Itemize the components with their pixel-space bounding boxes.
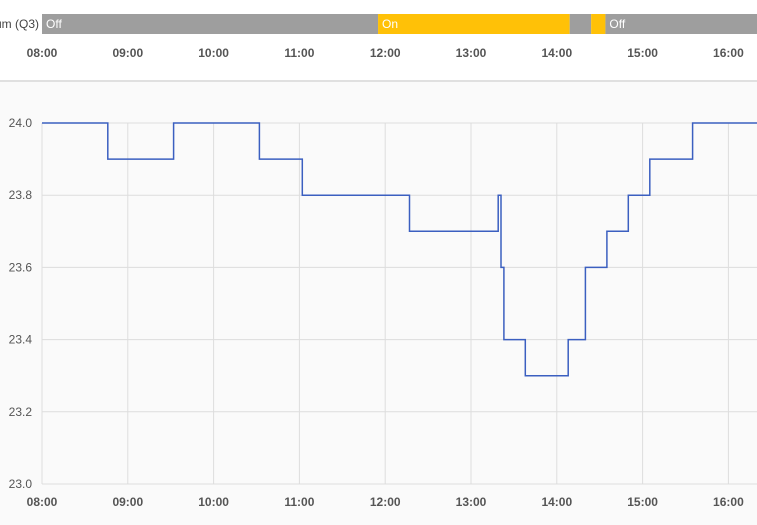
y-tick-4: 23.8 <box>9 188 33 202</box>
timeline-x-tick-4: 12:00 <box>370 46 401 60</box>
y-tick-1: 23.2 <box>9 405 33 419</box>
data-point-6 <box>498 195 499 196</box>
timeline-x-tick-8: 16:00 <box>713 46 744 60</box>
data-point-10 <box>568 339 569 340</box>
timeline-segment-0 <box>42 14 379 34</box>
x-tick-1: 09:00 <box>112 495 143 509</box>
timeline-x-tick-5: 13:00 <box>456 46 487 60</box>
history-chart: um (Q3) Off On Off 08:00 09:00 10:00 11:00 12:00… <box>0 14 757 509</box>
data-point-8 <box>503 339 504 340</box>
x-tick-4: 12:00 <box>370 495 401 509</box>
data-point-14 <box>649 159 650 160</box>
timeline-segment-label-4: Off <box>609 17 625 31</box>
data-point-1 <box>107 159 108 160</box>
data-point-5 <box>409 231 410 232</box>
x-tick-8: 16:00 <box>713 495 744 509</box>
data-point-0 <box>42 123 43 124</box>
timeline-x-tick-2: 10:00 <box>198 46 229 60</box>
x-tick-0: 08:00 <box>27 495 58 509</box>
x-tick-7: 15:00 <box>627 495 658 509</box>
y-tick-0: 23.0 <box>9 477 33 491</box>
y-tick-3: 23.6 <box>9 260 33 274</box>
timeline-x-tick-6: 14:00 <box>541 46 572 60</box>
temperature-series-line <box>42 122 757 377</box>
timeline-segment-label-1: On <box>382 17 398 31</box>
timeline-segment-label-0: Off <box>46 17 62 31</box>
timeline-segment-4 <box>605 14 757 34</box>
timeline-x-tick-7: 15:00 <box>627 46 658 60</box>
x-tick-2: 10:00 <box>198 495 229 509</box>
x-tick-6: 14:00 <box>541 495 572 509</box>
x-tick-5: 13:00 <box>456 495 487 509</box>
data-point-3 <box>259 159 260 160</box>
y-tick-2: 23.4 <box>9 333 33 347</box>
data-point-2 <box>173 123 174 124</box>
data-point-9 <box>525 375 526 376</box>
timeline-segment-2 <box>569 14 592 34</box>
data-point-11 <box>585 267 586 268</box>
line-chart-layer: 23.0 23.2 23.4 23.6 23.8 24.0 08:00 09:00 10:00 1… <box>9 116 757 509</box>
data-point-4 <box>302 195 303 196</box>
data-point-15 <box>692 123 693 124</box>
timeline-layer: um (Q3) Off On Off 08:00 09:00 10:00 11:00 12:00… <box>0 14 757 60</box>
timeline-x-tick-1: 09:00 <box>112 46 143 60</box>
y-tick-5: 24.0 <box>9 116 33 130</box>
timeline-x-tick-3: 11:00 <box>284 46 314 60</box>
data-point-13 <box>628 195 629 196</box>
timeline-segment-3 <box>591 14 606 34</box>
timeline-row-label: um (Q3) <box>0 17 39 31</box>
timeline-x-tick-0: 08:00 <box>27 46 58 60</box>
timeline-segment-1 <box>378 14 570 34</box>
data-point-12 <box>606 231 607 232</box>
x-tick-3: 11:00 <box>284 495 314 509</box>
data-point-7 <box>501 267 502 268</box>
